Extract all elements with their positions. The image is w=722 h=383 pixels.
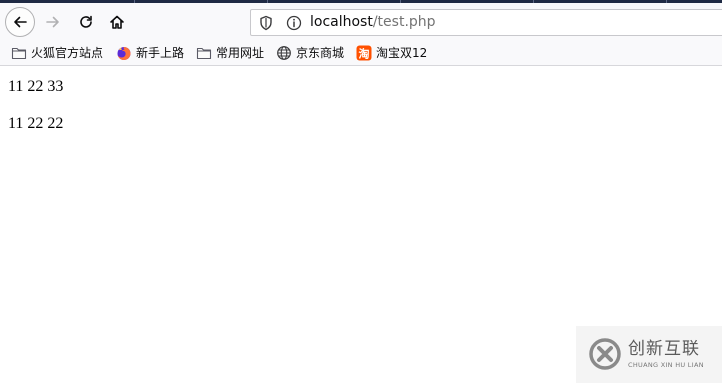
navigation-toolbar: localhost/test.php [0, 3, 722, 41]
output-line-1: 11 22 33 [8, 78, 64, 95]
bookmark-label: 新手上路 [136, 46, 185, 60]
url-text[interactable]: localhost/test.php [310, 14, 436, 31]
bookmark-getting-started[interactable]: 新手上路 [116, 45, 184, 61]
bookmark-label: 常用网址 [216, 46, 265, 60]
bookmarks-toolbar: 火狐官方站点 新手上路 常用网址 京东商城 淘 淘宝双12 [0, 41, 722, 66]
bookmark-taobao-double12[interactable]: 淘 淘宝双12 [356, 45, 427, 61]
watermark: 创新互联 CHUANG XIN HU LIAN [576, 326, 722, 383]
firefox-icon [116, 45, 132, 61]
url-host: localhost [310, 14, 373, 30]
url-path: /test.php [372, 14, 436, 30]
home-button[interactable] [102, 7, 132, 37]
output-line-2: 11 22 22 [8, 115, 64, 132]
globe-icon [276, 45, 292, 61]
taobao-icon: 淘 [356, 45, 372, 61]
watermark-subtitle: CHUANG XIN HU LIAN [628, 361, 704, 369]
forward-button[interactable] [38, 7, 68, 37]
bookmark-label: 京东商城 [296, 46, 345, 60]
back-arrow-icon [14, 16, 27, 28]
watermark-title: 创新互联 [628, 339, 700, 359]
home-icon [110, 15, 124, 29]
info-icon[interactable] [286, 15, 302, 31]
back-button[interactable] [5, 7, 35, 37]
shield-icon[interactable] [259, 15, 273, 31]
bookmark-jd-mall[interactable]: 京东商城 [276, 45, 344, 61]
reload-icon [80, 15, 92, 28]
folder-icon [196, 45, 212, 61]
folder-icon [11, 45, 27, 61]
bookmark-common-sites[interactable]: 常用网址 [196, 45, 264, 61]
watermark-logo [589, 338, 621, 370]
reload-button[interactable] [71, 7, 101, 37]
bookmark-label: 淘宝双12 [376, 46, 428, 60]
forward-arrow-icon [46, 16, 59, 28]
bookmark-label: 火狐官方站点 [31, 46, 104, 60]
bookmark-firefox-official[interactable]: 火狐官方站点 [11, 45, 103, 61]
svg-text:淘: 淘 [359, 47, 370, 61]
url-bar[interactable]: localhost/test.php [250, 9, 722, 36]
